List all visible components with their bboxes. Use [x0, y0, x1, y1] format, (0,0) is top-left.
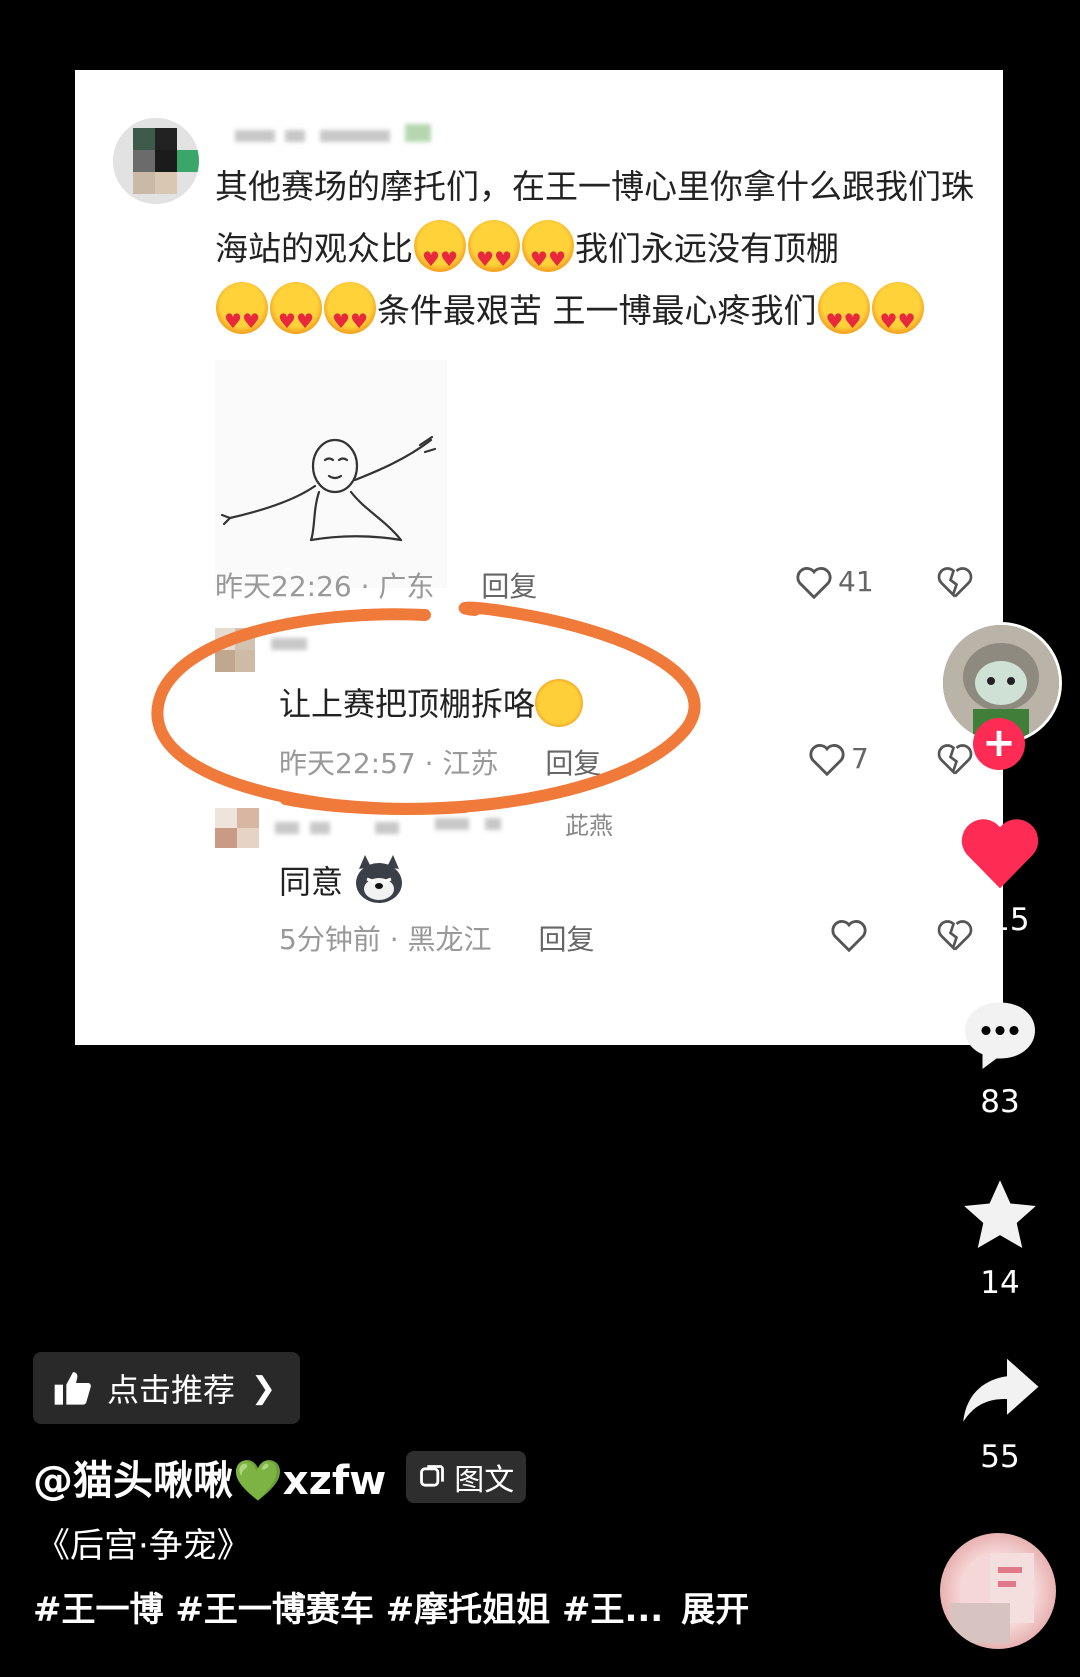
comment-count: 83 — [980, 1084, 1020, 1120]
post-title: 《后宫·争宠》 — [36, 1526, 251, 1566]
image-text-tag[interactable]: 图文 — [406, 1451, 527, 1503]
comment-text-part2: 我们永远没有顶棚 — [575, 229, 839, 268]
blurred-username — [275, 822, 299, 834]
blurred-username — [435, 818, 469, 830]
music-disc[interactable] — [940, 1533, 1056, 1649]
follow-button[interactable]: + — [973, 718, 1025, 770]
comment-text-part3: 条件最艰苦 王一博最心疼我们 — [377, 291, 817, 330]
meme-sticker[interactable] — [215, 360, 447, 588]
reply2-meta: 5分钟前 · 黑龙江 回复 — [279, 918, 594, 958]
blurred-username — [485, 818, 501, 830]
reply2-comment: 同意 — [279, 855, 405, 905]
star-icon — [964, 1180, 1036, 1249]
reply2-text: 同意 — [279, 863, 344, 901]
reply1-avatar — [215, 628, 255, 672]
like-count: 41 — [838, 565, 874, 598]
like-action[interactable]: 715 — [945, 812, 1055, 938]
heart-eyes-emoji — [871, 282, 924, 352]
recommend-label: 点击推荐 — [107, 1371, 236, 1409]
post-image[interactable]: 其他赛场的摩托们，在王一博心里你拿什么跟我们珠海站的观众比我们永远没有顶棚 条件… — [75, 70, 1003, 1045]
reply2-username: 茈燕 — [565, 812, 613, 840]
reply-button[interactable]: 回复 — [481, 570, 537, 603]
blurred-username — [375, 822, 399, 834]
comment-time: 昨天22:26 — [215, 570, 352, 603]
blurred-username — [285, 130, 305, 142]
like-icon[interactable] — [795, 565, 833, 601]
image-text-icon — [420, 1465, 445, 1487]
hashtag-list[interactable]: #王一博 #王一博赛车 #摩托姐姐 #王... — [33, 1590, 663, 1630]
like-count: 715 — [970, 902, 1030, 938]
author-row: @猫头啾啾💚xzfw 图文 — [33, 1448, 527, 1506]
heart-eyes-emoji — [522, 220, 574, 290]
recommend-button[interactable]: 点击推荐 ❯ — [33, 1352, 300, 1424]
reply2-avatar — [215, 808, 259, 848]
share-icon — [963, 1358, 1039, 1422]
reply1-text: 让上赛把顶棚拆咯 — [279, 685, 536, 723]
reply2-location: 黑龙江 — [407, 923, 492, 956]
comment-location: 广东 — [378, 570, 435, 603]
favorite-count: 14 — [980, 1265, 1020, 1301]
reply2-time: 5分钟前 — [279, 923, 381, 956]
heart-eyes-emoji — [216, 282, 268, 352]
dislike-icon[interactable] — [937, 565, 973, 601]
husky-emoji — [356, 855, 403, 903]
reply1-reply-button[interactable]: 回复 — [545, 747, 601, 780]
blurred-username — [271, 638, 307, 650]
reply1-meta: 昨天22:57 · 江苏 回复 — [279, 742, 601, 782]
thumbs-up-icon — [54, 1372, 91, 1405]
blurred-username — [320, 130, 390, 142]
heart-eyes-emoji — [468, 220, 520, 290]
app-screen: 其他赛场的摩托们，在王一博心里你拿什么跟我们珠海站的观众比我们永远没有顶棚 条件… — [0, 0, 1080, 1677]
heart-eyes-emoji — [817, 282, 870, 352]
reply1-like-count: 7 — [851, 742, 869, 775]
image-text-label: 图文 — [454, 1463, 515, 1498]
author-name[interactable]: @猫头啾啾💚xzfw — [33, 1448, 386, 1506]
meta-separator: · — [360, 570, 379, 603]
blurred-username — [235, 130, 275, 142]
main-comment-meta: 昨天22:26 · 广东 回复 — [215, 565, 537, 605]
expand-button[interactable]: 展开 — [681, 1590, 749, 1630]
reply1-comment: 让上赛把顶棚拆咯 — [279, 679, 584, 727]
laughing-emoji — [535, 679, 584, 727]
hashtags: #王一博 #王一博赛车 #摩托姐姐 #王... 展开 — [33, 1582, 749, 1631]
favorite-action[interactable]: 14 — [945, 1175, 1055, 1301]
comment-icon — [965, 1002, 1035, 1069]
heart-icon — [961, 819, 1039, 889]
meta-separator: · — [424, 747, 443, 780]
heart-eyes-emoji — [270, 282, 322, 352]
reply1-location: 江苏 — [442, 747, 499, 780]
reply2-like-icon[interactable] — [830, 918, 868, 954]
comment-action[interactable]: 83 — [945, 994, 1055, 1120]
heart-eyes-emoji — [324, 282, 376, 352]
reply1-time: 昨天22:57 — [279, 747, 416, 780]
meta-separator: · — [389, 923, 408, 956]
commenter-avatar — [113, 118, 199, 204]
blurred-username — [310, 822, 330, 834]
share-count: 55 — [980, 1439, 1020, 1475]
chevron-right-icon: ❯ — [251, 1370, 277, 1406]
blurred-username — [405, 124, 431, 142]
heart-eyes-emoji — [414, 220, 466, 290]
reply1-dislike-icon[interactable] — [937, 742, 973, 778]
reply1-like-icon[interactable] — [808, 742, 846, 778]
reply2-reply-button[interactable]: 回复 — [538, 923, 594, 956]
share-action[interactable]: 55 — [945, 1355, 1055, 1475]
main-comment-text: 其他赛场的摩托们，在王一博心里你拿什么跟我们珠海站的观众比我们永远没有顶棚 条件… — [215, 156, 985, 352]
